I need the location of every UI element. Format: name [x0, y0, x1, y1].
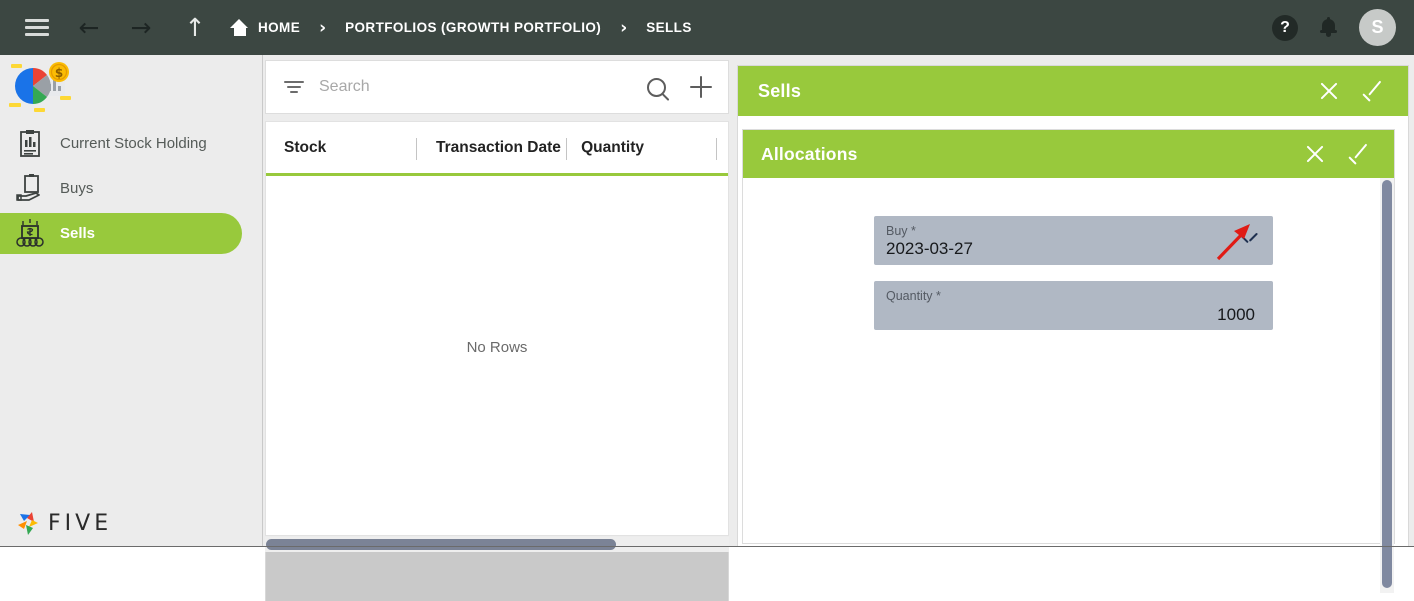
help-icon[interactable]: ?	[1272, 14, 1298, 41]
sidebar-item-label: Buys	[60, 180, 94, 197]
portfolio-pie-chart-logo: $	[8, 60, 74, 116]
close-icon[interactable]	[1318, 80, 1340, 102]
up-level-button[interactable]: ↑	[178, 11, 212, 45]
allocations-vertical-scrollbar[interactable]	[1380, 178, 1394, 593]
forward-button[interactable]: →	[124, 11, 158, 45]
table-body: No Rows	[266, 176, 728, 534]
table-header-row: Stock Transaction Date Quantity	[266, 122, 728, 176]
filter-icon[interactable]	[284, 80, 304, 94]
breadcrumb-item-sells[interactable]: SELLS	[646, 20, 692, 35]
sidebar: $ Current Stock Holding Buys Sells FIVE	[0, 55, 263, 547]
back-button[interactable]: ←	[72, 11, 106, 45]
sidebar-item-sells[interactable]: Sells	[0, 213, 242, 254]
sidebar-item-current-stock-holding[interactable]: Current Stock Holding	[0, 123, 263, 164]
money-stack-icon	[14, 218, 46, 249]
sidebar-item-label: Current Stock Holding	[60, 135, 207, 152]
allocations-panel-header: Allocations	[743, 130, 1394, 178]
buy-field-value: 2023-03-27	[886, 239, 973, 258]
close-icon[interactable]	[1304, 143, 1326, 165]
empty-state-label: No Rows	[466, 338, 528, 356]
column-divider[interactable]	[566, 138, 567, 160]
top-bar-actions: ? S	[1272, 9, 1396, 46]
records-table: Stock Transaction Date Quantity No Rows	[265, 121, 729, 536]
breadcrumb-item-home[interactable]: HOME	[230, 19, 300, 36]
arrow-left-icon: ←	[78, 13, 100, 42]
five-brand-text: FIVE	[48, 510, 113, 536]
column-divider[interactable]	[416, 138, 417, 160]
home-icon	[230, 19, 249, 36]
svg-text:$: $	[55, 66, 63, 80]
arrow-right-icon: →	[130, 13, 152, 42]
sells-panel-header: Sells	[738, 66, 1408, 116]
five-brand-logo: FIVE	[14, 508, 112, 538]
scrollbar-thumb[interactable]	[1382, 180, 1392, 588]
column-header-quantity[interactable]: Quantity	[581, 139, 644, 157]
plus-icon[interactable]	[690, 76, 712, 98]
sells-panel-actions	[1318, 80, 1408, 102]
clipboard-hand-icon	[14, 173, 46, 204]
top-app-bar: ← → ↑ HOME › PORTFOLIOS (GROWTH PORTFOLI…	[0, 0, 1414, 55]
breadcrumb-separator: ›	[620, 17, 628, 38]
allocations-subform-panel: Allocations Buy * 2023-03-27 Quantity * …	[742, 129, 1395, 593]
sidebar-item-label: Sells	[60, 225, 96, 242]
sidebar-item-buys[interactable]: Buys	[0, 168, 263, 209]
search-input[interactable]	[319, 78, 647, 96]
hamburger-menu-button[interactable]	[20, 11, 54, 45]
search-bar	[265, 60, 729, 114]
table-horizontal-scrollbar[interactable]	[265, 537, 729, 552]
checkmark-icon[interactable]	[1362, 80, 1386, 102]
column-header-transaction-date[interactable]: Transaction Date	[436, 139, 561, 157]
hamburger-icon	[25, 19, 49, 36]
column-header-stock[interactable]: Stock	[284, 139, 326, 157]
list-panel: Stock Transaction Date Quantity No Rows	[263, 55, 733, 601]
checkmark-icon[interactable]	[1348, 143, 1372, 165]
sidebar-nav: Current Stock Holding Buys Sells	[0, 123, 263, 258]
sells-form-panel: Sells Allocations Buy * 2023-03-27 Quant…	[737, 65, 1409, 593]
allocations-panel-actions	[1304, 143, 1394, 165]
allocations-panel-title: Allocations	[761, 143, 858, 164]
buy-field-label: Buy *	[886, 224, 916, 238]
quantity-field-label: Quantity *	[886, 289, 941, 303]
allocations-form-body: Buy * 2023-03-27 Quantity * 1000	[743, 178, 1394, 593]
breadcrumb-separator: ›	[319, 17, 327, 38]
clipboard-chart-icon	[14, 129, 46, 159]
quantity-field-value: 1000	[1217, 305, 1255, 324]
form-area: Sells Allocations Buy * 2023-03-27 Quant…	[733, 55, 1414, 593]
arrow-up-icon: ↑	[184, 13, 206, 42]
sells-panel-title: Sells	[758, 80, 802, 101]
avatar[interactable]: S	[1359, 9, 1396, 46]
breadcrumb-item-portfolios[interactable]: PORTFOLIOS (GROWTH PORTFOLIO)	[345, 20, 601, 35]
scrollbar-thumb[interactable]	[266, 539, 616, 550]
breadcrumb: HOME › PORTFOLIOS (GROWTH PORTFOLIO) › S…	[230, 18, 692, 38]
annotation-arrow-icon	[1212, 222, 1256, 262]
notification-bell-icon[interactable]	[1320, 17, 1337, 38]
search-icon[interactable]	[647, 77, 666, 97]
column-divider[interactable]	[716, 138, 717, 160]
quantity-field[interactable]: Quantity * 1000	[874, 281, 1273, 330]
table-footer-bar	[265, 552, 729, 601]
five-pinwheel-logo	[18, 512, 38, 535]
breadcrumb-label-home: HOME	[258, 20, 301, 35]
